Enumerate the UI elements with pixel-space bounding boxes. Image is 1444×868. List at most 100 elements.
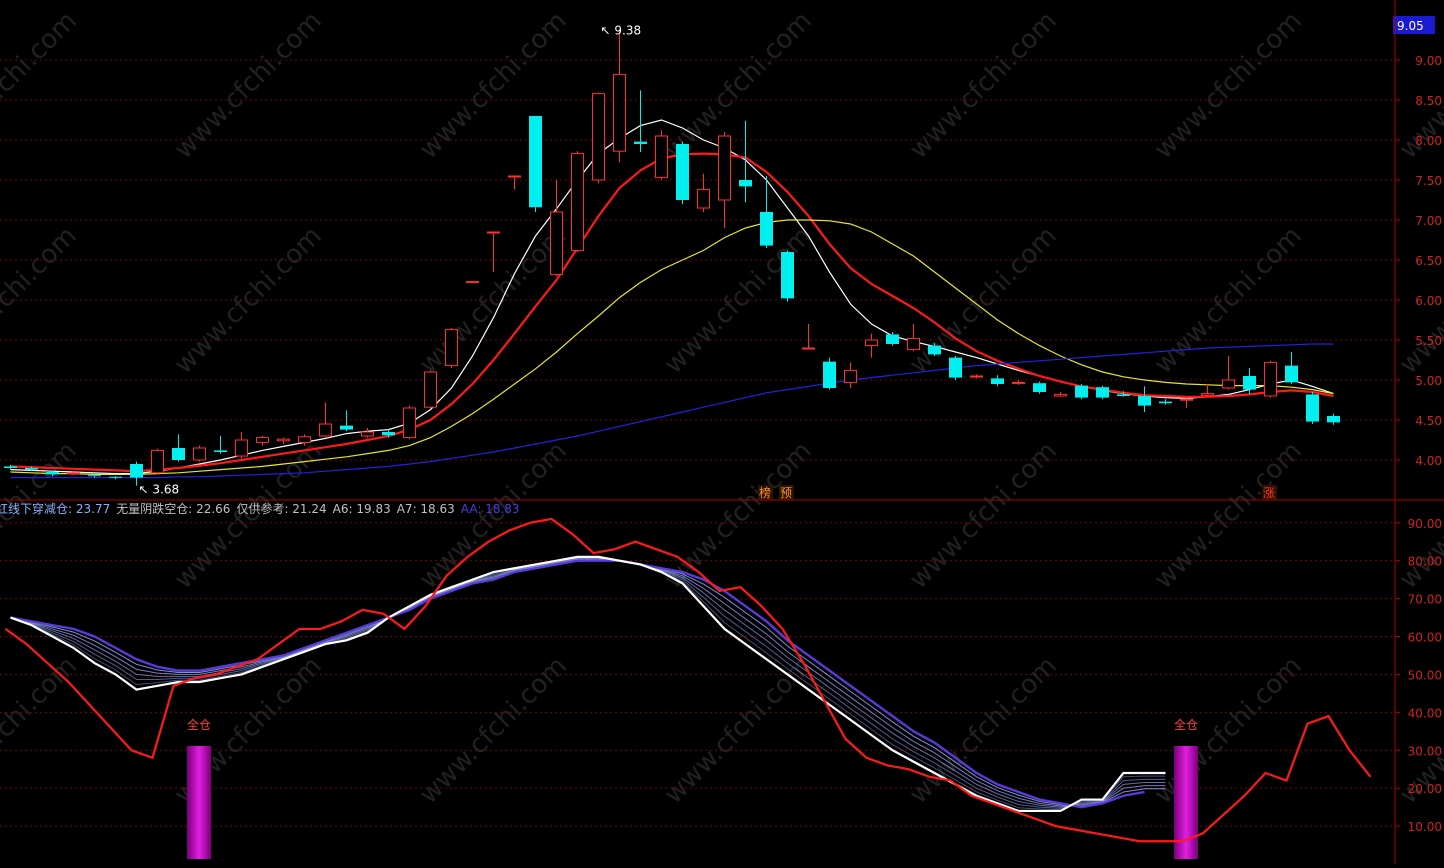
candle: [445, 328, 458, 368]
candle-body: [1306, 394, 1319, 422]
candle-body: [655, 135, 668, 179]
candle-body: [1033, 383, 1046, 392]
candle: [676, 141, 689, 204]
candle-body: [466, 281, 479, 284]
candle-body: [970, 375, 983, 378]
price-tick-label: 7.00: [1415, 214, 1442, 228]
osc-tick-label: 70.00: [1408, 593, 1442, 607]
candle-body: [802, 347, 815, 350]
candle: [592, 92, 605, 184]
price-tick-label: 8.00: [1415, 134, 1442, 148]
price-tick-label: 9.00: [1415, 54, 1442, 68]
candle-body: [634, 141, 647, 144]
oscillator-legend: 红线下穿减仓: 23.77 无量阴跌空仓: 22.66 仅供参考: 21.24 A6:…: [0, 501, 520, 516]
candle: [949, 356, 962, 380]
candle-body: [844, 369, 857, 383]
price-tick-label: 6.50: [1415, 254, 1442, 268]
candle: [151, 448, 164, 475]
candle-body: [1054, 393, 1067, 397]
osc-tick-label: 60.00: [1408, 631, 1442, 645]
candle-body: [88, 475, 101, 477]
price-tick-label: 5.00: [1415, 374, 1442, 388]
candle-body: [1012, 381, 1025, 384]
price-tick-label: 8.50: [1415, 94, 1442, 108]
legend-entry: 无量阴跌空仓: 22.66: [116, 501, 230, 516]
candle-body: [1159, 401, 1172, 404]
candle: [466, 281, 479, 284]
price-tick-label: 5.50: [1415, 334, 1442, 348]
osc-tick-label: 20.00: [1408, 782, 1442, 796]
price-tick-label: 6.00: [1415, 294, 1442, 308]
legend-entry: 红线下穿减仓: 23.77: [0, 501, 110, 516]
price-tick-label: 4.00: [1415, 454, 1442, 468]
candle-body: [25, 468, 38, 470]
candle-body: [781, 252, 794, 299]
candle-body: [1285, 365, 1298, 383]
candle: [193, 445, 206, 462]
candle-body: [130, 464, 143, 478]
candle-body: [1222, 379, 1235, 389]
candle-body: [1138, 396, 1151, 406]
candle-body: [172, 448, 185, 460]
candle-body: [697, 189, 710, 209]
marker-label: 预: [780, 486, 792, 500]
signal-label: 全仓: [187, 717, 211, 732]
marker-label: 榜: [759, 485, 771, 500]
candle-body: [340, 425, 353, 430]
stock-chart: www.cfchi.comwww.cfchi.comwww.cfchi.comw…: [0, 0, 1444, 864]
legend-entry: AA: 18.83: [461, 502, 520, 516]
candle-body: [550, 211, 563, 275]
osc-tick-label: 40.00: [1408, 706, 1442, 720]
candle-body: [676, 144, 689, 200]
candle-body: [256, 437, 269, 443]
osc-tick-label: 50.00: [1408, 668, 1442, 682]
candle-body: [424, 371, 437, 408]
price-extreme-label: ↖ 3.68: [139, 483, 180, 497]
candle-body: [445, 329, 458, 367]
legend-entry: 仅供参考: 21.24: [236, 501, 326, 516]
candle-body: [1096, 387, 1109, 398]
candle-body: [1201, 393, 1214, 396]
candle: [571, 151, 584, 252]
candle: [1306, 392, 1319, 424]
candle: [655, 130, 668, 180]
price-tick-label: 7.50: [1415, 174, 1442, 188]
candle-body: [886, 334, 899, 344]
candle-body: [1075, 385, 1088, 398]
candle-body: [235, 439, 248, 457]
candle-body: [1243, 376, 1256, 390]
candle-body: [571, 153, 584, 251]
candle-body: [613, 73, 626, 152]
candle-body: [739, 180, 752, 187]
candle-body: [214, 450, 227, 452]
candle-body: [67, 472, 80, 475]
candle: [1075, 384, 1088, 400]
osc-tick-label: 30.00: [1408, 744, 1442, 758]
candle-body: [109, 476, 122, 478]
current-price-label: 9.05: [1397, 19, 1424, 33]
candle-body: [1180, 398, 1193, 401]
candle-body: [508, 175, 521, 178]
candle-body: [928, 345, 941, 355]
candle-body: [991, 378, 1004, 384]
candle-body: [529, 116, 542, 208]
price-extreme-label: ↖ 9.38: [601, 24, 642, 38]
osc-tick-label: 90.00: [1408, 517, 1442, 531]
candle-body: [298, 436, 311, 443]
chart-stage: www.cfchi.com www.cfchi.com www.cfchi.com w…: [0, 0, 1444, 864]
signal-label: 全仓: [1174, 717, 1198, 732]
candle-body: [592, 93, 605, 181]
candle: [1033, 381, 1046, 394]
candle-body: [949, 357, 962, 378]
candle-body: [1264, 361, 1277, 397]
osc-tick-label: 80.00: [1408, 555, 1442, 569]
candle-body: [718, 135, 731, 201]
candle: [529, 116, 542, 212]
candle-body: [907, 337, 920, 351]
signal-bar: [187, 746, 211, 859]
osc-tick-label: 10.00: [1408, 820, 1442, 834]
candle-body: [277, 438, 290, 442]
candle-body: [319, 423, 332, 437]
candle: [1096, 385, 1109, 400]
candle-body: [361, 431, 374, 437]
